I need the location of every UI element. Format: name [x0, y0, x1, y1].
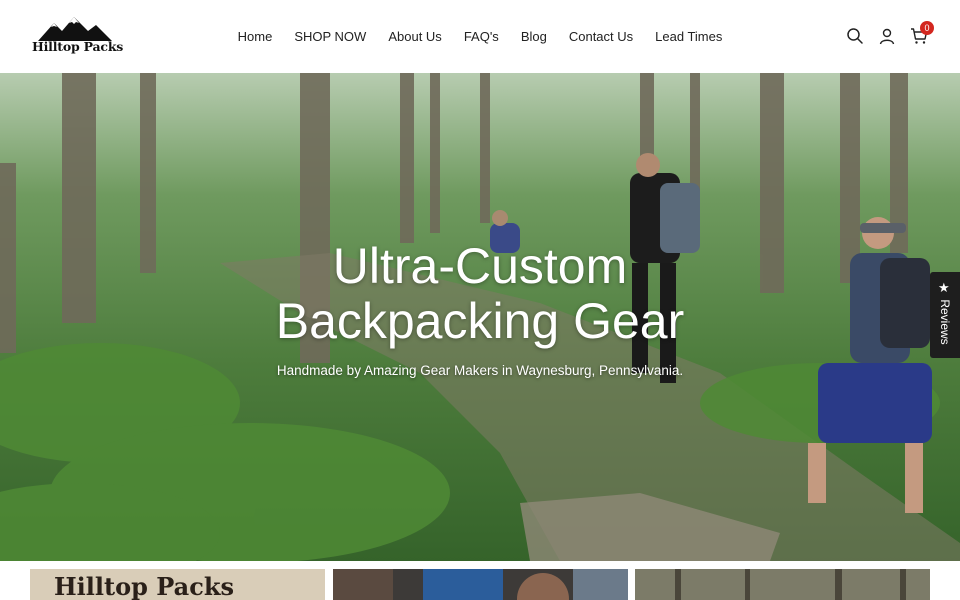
featured-tile[interactable]: [635, 569, 930, 600]
cart-icon[interactable]: 0: [910, 21, 934, 45]
nav-about-us[interactable]: About Us: [388, 29, 441, 44]
tile-image: [635, 569, 930, 600]
featured-tile[interactable]: [333, 569, 628, 600]
header-icons: 0: [846, 21, 934, 48]
site-header: Hilltop Packs Home SHOP NOW About Us FAQ…: [0, 0, 960, 73]
nav-faqs[interactable]: FAQ's: [464, 29, 499, 44]
reviews-tab[interactable]: ★ Reviews: [930, 272, 960, 358]
nav-lead-times[interactable]: Lead Times: [655, 29, 722, 44]
hero-subtitle: Handmade by Amazing Gear Makers in Wayne…: [276, 363, 684, 378]
main-nav: Home SHOP NOW About Us FAQ's Blog Contac…: [0, 0, 960, 73]
featured-tile[interactable]: Hilltop Packs: [30, 569, 325, 600]
hero-title-line2: Backpacking Gear: [275, 293, 685, 349]
featured-tiles: Hilltop Packs: [30, 569, 930, 600]
user-icon[interactable]: [878, 27, 896, 45]
hero-title: Ultra-Custom Backpacking Gear: [0, 239, 960, 349]
search-icon[interactable]: [846, 27, 864, 45]
tile-caption: Hilltop Packs: [54, 572, 234, 600]
nav-contact-us[interactable]: Contact Us: [569, 29, 633, 44]
star-icon: ★: [938, 280, 950, 295]
nav-blog[interactable]: Blog: [521, 29, 547, 44]
tile-image: [333, 569, 628, 600]
hero-title-line1: Ultra-Custom: [332, 238, 628, 294]
nav-home[interactable]: Home: [238, 29, 273, 44]
cart-count-badge: 0: [920, 21, 934, 35]
hero-banner: Ultra-Custom Backpacking Gear Handmade b…: [0, 73, 960, 561]
reviews-tab-label: Reviews: [938, 299, 952, 345]
nav-shop-now[interactable]: SHOP NOW: [294, 29, 366, 44]
